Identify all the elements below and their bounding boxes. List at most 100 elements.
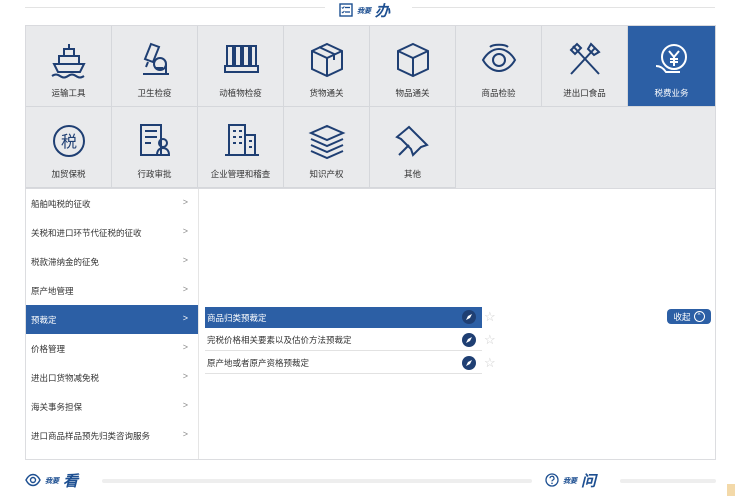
tile-label: 货物通关: [309, 88, 344, 98]
section-title-kan: 我要 看: [25, 470, 78, 491]
header-divider-left: [25, 7, 325, 8]
tile-label: 进出口食品: [563, 88, 606, 98]
plant-quarantine-icon: [219, 39, 263, 81]
pin-icon: [391, 120, 435, 162]
section-title-small: 我要: [563, 477, 577, 485]
sidebar: 船舶吨税的征收 > 关税和进口环节代征税的征收 > 税款滞纳金的征免 > 原产地管理 >…: [26, 189, 199, 459]
footer-divider-left: [102, 479, 532, 483]
sidebar-item-customs-guarantee[interactable]: 海关事务担保 >: [26, 392, 198, 421]
chevron-right-icon: >: [182, 400, 188, 410]
sidebar-item-advance-ruling[interactable]: 预裁定 >: [26, 305, 198, 334]
tile-cargo-clearance[interactable]: 货物通关: [284, 26, 370, 107]
compass-icon[interactable]: [462, 310, 476, 324]
ship-icon: [47, 39, 91, 81]
tile-label: 企业管理和稽查: [210, 169, 271, 179]
chevron-right-icon: >: [182, 284, 188, 294]
chevron-right-icon: >: [182, 226, 188, 236]
sidebar-item-label: 原产地管理: [31, 285, 74, 296]
tile-admin-approval[interactable]: 行政审批: [112, 107, 198, 188]
section-title-wen: 我要 问: [545, 470, 596, 491]
svg-text:税: 税: [60, 132, 76, 151]
yuan-hand-icon: [650, 39, 694, 81]
checklist-icon: [339, 2, 353, 19]
favorite-star-icon[interactable]: ☆: [484, 356, 496, 369]
compass-icon[interactable]: [462, 356, 476, 370]
tile-label: 税费业务: [654, 88, 689, 98]
tile-commodity-inspection[interactable]: 商品检验: [456, 26, 542, 107]
section-title-small: 我要: [357, 7, 371, 15]
chevron-right-icon: >: [182, 342, 188, 352]
favorite-star-icon[interactable]: ☆: [484, 310, 496, 323]
sub-item-label: 完税价格相关要素以及估价方法预裁定: [207, 335, 352, 345]
chevron-right-icon: >: [182, 255, 188, 265]
tile-intellectual-property[interactable]: 知识产权: [284, 107, 370, 188]
sidebar-item-label: 进口商品样品预先归类咨询服务: [31, 430, 151, 441]
sidebar-item-tonnage-tax[interactable]: 船舶吨税的征收 >: [26, 189, 198, 218]
header-divider-right: [412, 7, 715, 8]
corner-tab: [727, 484, 735, 496]
footer-divider-right: [620, 479, 716, 483]
chevron-up-icon: ^: [693, 311, 705, 322]
sidebar-item-label: 海关事务担保: [31, 401, 83, 412]
sub-item-valuation-ruling[interactable]: 完税价格相关要素以及估价方法预裁定: [205, 330, 482, 351]
chevron-right-icon: >: [182, 371, 188, 381]
collapse-label: 收起: [673, 311, 691, 322]
tile-label: 动植物检疫: [219, 88, 262, 98]
item-box-icon: [391, 39, 435, 81]
sidebar-item-tax-exemption[interactable]: 进出口货物减免税 >: [26, 363, 198, 392]
sidebar-item-price-management[interactable]: 价格管理 >: [26, 334, 198, 363]
tile-label: 行政审批: [137, 169, 172, 179]
collapse-button[interactable]: 收起 ^: [667, 309, 711, 324]
eye-inspection-icon: [477, 39, 521, 81]
tile-health-quarantine[interactable]: 卫生检疫: [112, 26, 198, 107]
tile-enterprise-management[interactable]: 企业管理和稽查: [198, 107, 284, 188]
sidebar-item-label: 关税和进口环节代征税的征收: [31, 227, 142, 238]
approval-doc-icon: [133, 120, 177, 162]
sidebar-item-origin-management[interactable]: 原产地管理 >: [26, 276, 198, 305]
tax-business-panel: 船舶吨税的征收 > 关税和进口环节代征税的征收 > 税款滞纳金的征免 > 原产地管理 >…: [25, 189, 716, 460]
question-icon: [545, 472, 559, 489]
category-grid: 运输工具 卫生检疫 动植物检疫 货物通关 物品通关 商品检验 进出口食品 税费业…: [25, 25, 716, 189]
cargo-box-icon: [305, 39, 349, 81]
tile-label: 知识产权: [309, 169, 344, 179]
tile-import-export-food[interactable]: 进出口食品: [542, 26, 628, 107]
tile-item-clearance[interactable]: 物品通关: [370, 26, 456, 107]
favorite-star-icon[interactable]: ☆: [484, 333, 496, 346]
tile-label: 加贸保税: [51, 169, 86, 179]
tile-label: 其他: [403, 169, 421, 179]
sidebar-item-late-fee[interactable]: 税款滞纳金的征免 >: [26, 247, 198, 276]
tile-label: 物品通关: [395, 88, 430, 98]
sidebar-item-customs-duty[interactable]: 关税和进口环节代征税的征收 >: [26, 218, 198, 247]
tile-bonded-processing[interactable]: 税 加贸保税: [26, 107, 112, 188]
tile-transport[interactable]: 运输工具: [26, 26, 112, 107]
tile-label: 运输工具: [51, 88, 86, 98]
sidebar-item-label: 价格管理: [31, 343, 66, 354]
tax-seal-icon: 税: [47, 120, 91, 162]
books-icon: [305, 120, 349, 162]
chevron-right-icon: >: [182, 313, 188, 323]
section-title-small: 我要: [45, 477, 59, 485]
section-title-big: 问: [581, 472, 597, 490]
sidebar-item-label: 预裁定: [31, 314, 57, 325]
sub-item-origin-ruling[interactable]: 原产地或者原产资格预裁定: [205, 353, 482, 374]
building-icon: [219, 120, 263, 162]
section-title-big: 看: [63, 472, 79, 490]
tile-tax-business[interactable]: 税费业务: [628, 26, 716, 107]
sidebar-item-label: 进出口货物减免税: [31, 372, 100, 383]
microscope-icon: [133, 39, 177, 81]
chevron-right-icon: >: [182, 429, 188, 439]
sub-item-label: 原产地或者原产资格预裁定: [207, 358, 310, 368]
compass-icon[interactable]: [462, 333, 476, 347]
sub-item-classification-ruling[interactable]: 商品归类预裁定: [205, 307, 482, 328]
tile-other[interactable]: 其他: [370, 107, 456, 188]
fork-knife-icon: [563, 39, 607, 81]
tile-plant-animal-quarantine[interactable]: 动植物检疫: [198, 26, 284, 107]
sidebar-item-sample-classification[interactable]: 进口商品样品预先归类咨询服务 >: [26, 421, 198, 450]
eye-icon: [25, 473, 41, 489]
sub-item-label: 商品归类预裁定: [207, 312, 267, 323]
sidebar-item-label: 船舶吨税的征收: [31, 198, 91, 209]
sidebar-item-label: 税款滞纳金的征免: [31, 256, 100, 267]
tile-label: 商品检验: [481, 88, 516, 98]
section-title-ban: 我要 办: [339, 0, 390, 21]
section-title-big: 办: [375, 2, 391, 20]
